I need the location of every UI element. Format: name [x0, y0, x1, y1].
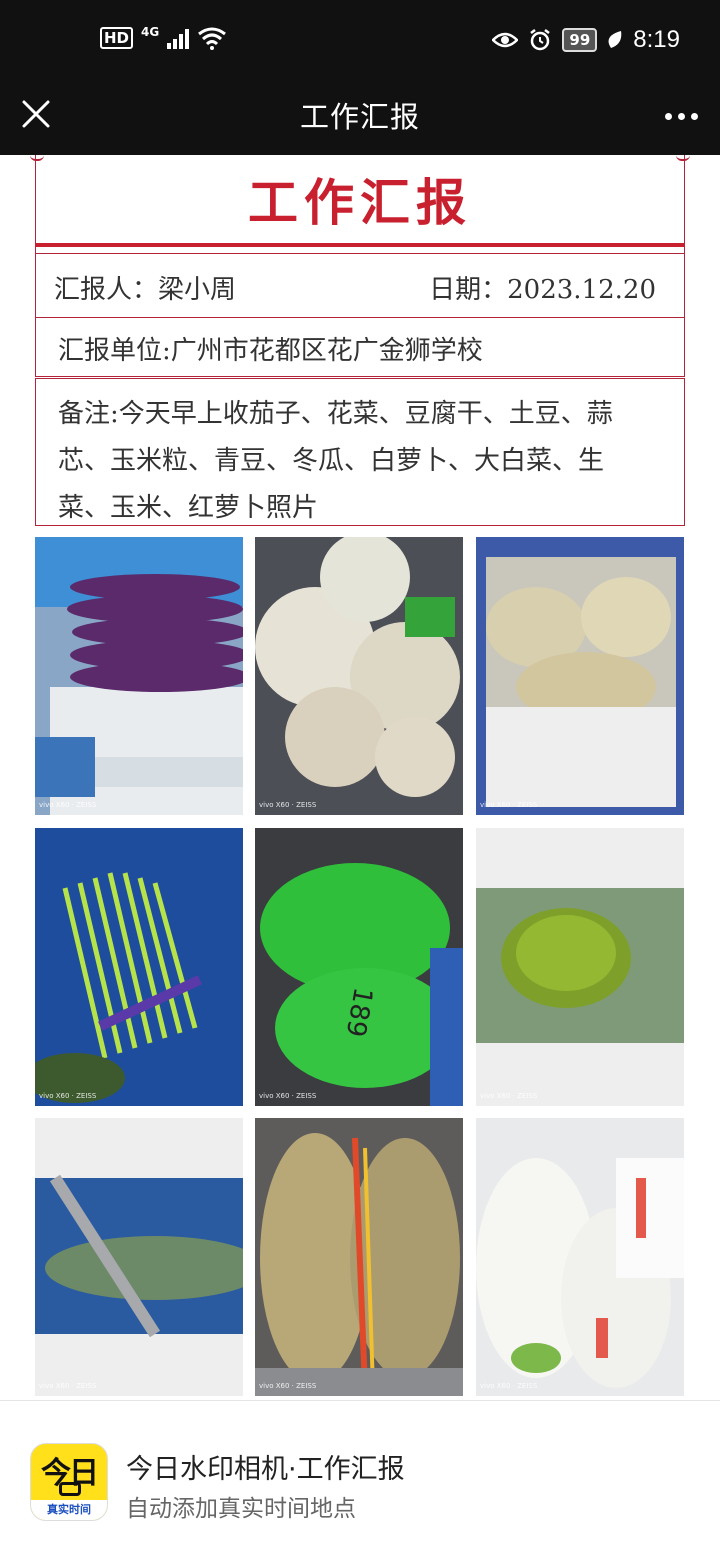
corner-ornament [676, 155, 690, 161]
photo-watermark: vivo X60 · ZEISS [39, 801, 97, 809]
photo-watermark: vivo X60 · ZEISS [480, 1092, 538, 1100]
heading-divider [35, 243, 685, 247]
green-peas-image [476, 828, 684, 1106]
tofu-image [476, 537, 684, 815]
corn-kernels-image: 189 [255, 828, 463, 1106]
more-dot-icon [690, 112, 698, 120]
winter-melon-image [35, 1118, 243, 1396]
leaf-icon [608, 31, 622, 48]
photo-watermark: vivo X60 · ZEISS [259, 1092, 317, 1100]
more-options-button[interactable] [656, 94, 706, 138]
unit-row: 汇报单位:广州市花都区花广金狮学校 [35, 317, 685, 377]
more-dot-icon [677, 112, 685, 120]
note-row: 备注:今天早上收茄子、花菜、豆腐干、土豆、蒜芯、玉米粒、青豆、冬瓜、白萝卜、大白… [35, 378, 685, 526]
reporter-label: 汇报人：梁小周 [54, 275, 237, 305]
more-dot-icon [664, 112, 672, 120]
photo-winter-melon[interactable]: vivo X60 · ZEISS [35, 1118, 243, 1396]
title-bar: 工作汇报 [0, 80, 720, 155]
photo-tofu[interactable]: vivo X60 · ZEISS [476, 537, 684, 815]
camera-icon [59, 1482, 81, 1496]
app-description: 自动添加真实时间地点 [126, 1496, 356, 1522]
network-type: 4G [141, 25, 160, 39]
photo-eggplant[interactable]: vivo X60 · ZEISS [35, 537, 243, 815]
photo-potatoes[interactable]: vivo X60 · ZEISS [255, 1118, 463, 1396]
photo-white-radish[interactable]: vivo X60 · ZEISS [476, 1118, 684, 1396]
wifi-icon [198, 27, 227, 50]
app-icon-tag: 真实时间 [31, 1500, 107, 1520]
clock-time: 8:19 [633, 26, 680, 53]
eye-icon [492, 32, 519, 48]
unit-label: 汇报单位:广州市花都区花广金狮学校 [58, 336, 483, 366]
photo-watermark: vivo X60 · ZEISS [259, 801, 317, 809]
signal-icon [167, 27, 190, 49]
note-text: 备注:今天早上收茄子、花菜、豆腐干、土豆、蒜芯、玉米粒、青豆、冬瓜、白萝卜、大白… [58, 399, 613, 523]
photo-garlic-shoots[interactable]: vivo X60 · ZEISS [35, 828, 243, 1106]
photo-watermark: vivo X60 · ZEISS [480, 1382, 538, 1390]
photo-watermark: vivo X60 · ZEISS [39, 1092, 97, 1100]
status-right-group: 99 8:19 [492, 26, 680, 54]
reporter-row: 汇报人：梁小周 日期：2023.12.20 [35, 253, 685, 318]
report-content: 工作汇报 汇报人：梁小周 日期：2023.12.20 汇报单位:广州市花都区花广… [0, 155, 720, 1400]
status-left-group: HD 4G [100, 25, 227, 50]
app-name: 今日水印相机·工作汇报 [126, 1454, 405, 1485]
report-title-box: 工作汇报 [35, 155, 685, 255]
photo-green-peas[interactable]: vivo X60 · ZEISS [476, 828, 684, 1106]
photo-watermark: vivo X60 · ZEISS [39, 1382, 97, 1390]
alarm-icon [530, 29, 551, 51]
hd-badge: HD [100, 27, 134, 49]
date-label: 日期：2023.12.20 [429, 275, 656, 305]
status-bar: HD 4G 99 8:19 [0, 0, 720, 80]
app-promo-card[interactable]: 今日 真实时间 今日水印相机·工作汇报 自动添加真实时间地点 [0, 1400, 720, 1560]
photo-cauliflower[interactable]: vivo X60 · ZEISS [255, 537, 463, 815]
garlic-shoots-image [35, 828, 243, 1106]
app-icon[interactable]: 今日 真实时间 [30, 1443, 108, 1521]
cauliflower-image [255, 537, 463, 815]
photo-corn-kernels[interactable]: 189 vivo X60 · ZEISS [255, 828, 463, 1106]
eggplant-image [35, 537, 243, 815]
report-heading: 工作汇报 [248, 173, 472, 232]
battery-indicator: 99 [562, 28, 598, 52]
photo-watermark: vivo X60 · ZEISS [259, 1382, 317, 1390]
page-title: 工作汇报 [299, 100, 420, 134]
photo-watermark: vivo X60 · ZEISS [480, 801, 538, 809]
potatoes-image [255, 1118, 463, 1396]
white-radish-image [476, 1118, 684, 1396]
